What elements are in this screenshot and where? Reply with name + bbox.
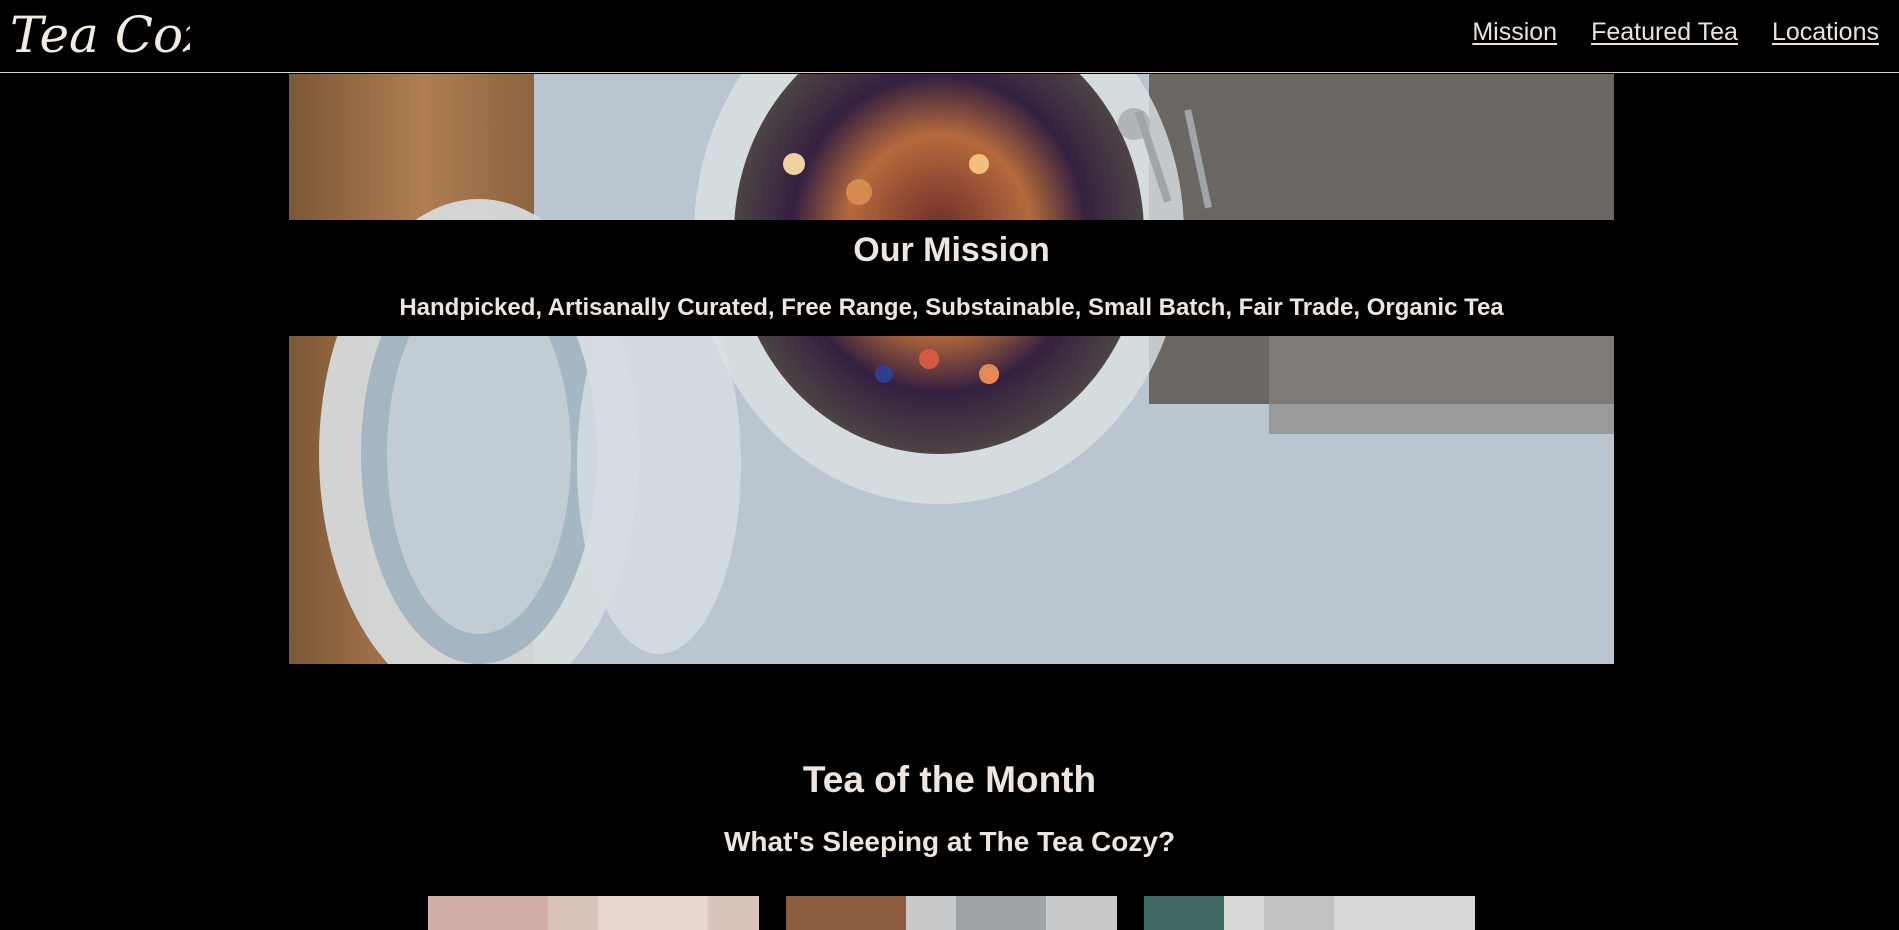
featured-tea-image-1 (428, 896, 759, 930)
tea-jar-hero-image (289, 74, 1614, 664)
tea-of-month-title: Tea of the Month (802, 759, 1097, 800)
featured-tea-image-3 (1144, 896, 1475, 930)
mission-section: Our Mission Handpicked, Artisanally Cura… (289, 74, 1614, 664)
site-header: Tea Cozy Mission Featured Tea Locations (0, 0, 1899, 73)
nav-link-featured-tea[interactable]: Featured Tea (1591, 18, 1738, 47)
featured-tea-image-2 (786, 896, 1117, 930)
mission-title: Our Mission (853, 231, 1050, 269)
nav-link-mission[interactable]: Mission (1472, 18, 1557, 47)
tea-of-month-subtitle: What's Sleeping at The Tea Cozy? (723, 826, 1176, 857)
nav-link-locations[interactable]: Locations (1772, 18, 1879, 47)
tea-cozy-logo[interactable]: Tea Cozy (10, 2, 190, 68)
logo-text: Tea Cozy (10, 6, 190, 64)
mission-subtitle: Handpicked, Artisanally Curated, Free Ra… (399, 294, 1504, 321)
main-nav: Mission Featured Tea Locations (1472, 18, 1879, 47)
